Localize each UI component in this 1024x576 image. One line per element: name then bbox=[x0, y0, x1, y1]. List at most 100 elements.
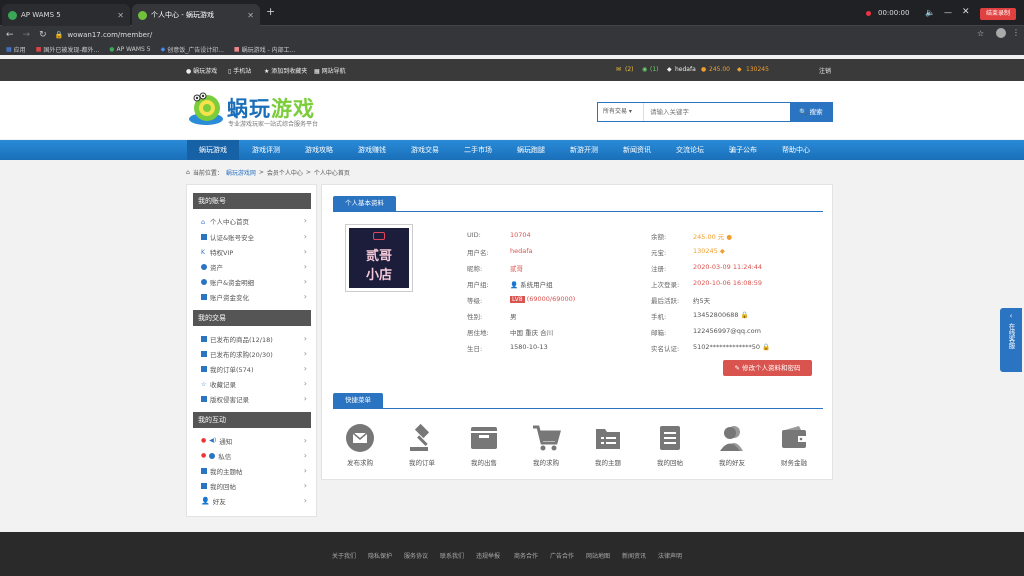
nav-item[interactable]: 游戏攻略 bbox=[293, 140, 345, 160]
sidebar-item[interactable]: 账户&资金明细 › bbox=[201, 275, 307, 288]
breadcrumb-link[interactable]: 蜗玩游戏网 bbox=[226, 168, 256, 177]
minimize-icon[interactable]: — bbox=[944, 8, 952, 17]
nav-item[interactable]: 帮助中心 bbox=[770, 140, 822, 160]
nav-item[interactable]: 游戏交易 bbox=[399, 140, 451, 160]
footer-link[interactable]: 关于我们 bbox=[332, 551, 356, 560]
footer-link[interactable]: 服务协议 bbox=[404, 551, 428, 560]
footer-link[interactable]: 新闻资讯 bbox=[622, 551, 646, 560]
reload-icon[interactable]: ↻ bbox=[39, 30, 47, 40]
quick-item-my-topics[interactable]: 我的主题 bbox=[588, 423, 628, 467]
footer-link[interactable]: 广告合作 bbox=[550, 551, 574, 560]
chevron-left-icon: ‹ bbox=[1009, 312, 1013, 320]
sidebar-item-label: 好友 bbox=[212, 497, 226, 506]
quick-item-my-orders[interactable]: 我的订单 bbox=[402, 423, 442, 467]
logout-link[interactable]: 注销 bbox=[819, 66, 831, 75]
bookmark-apps[interactable]: ▦ 应用 bbox=[6, 45, 26, 54]
logo-text-b: 游戏 bbox=[271, 97, 315, 121]
quick-item-my-requests[interactable]: 我的求购 bbox=[526, 423, 566, 467]
sidebar-item[interactable]: 我的主题帖 › bbox=[201, 464, 307, 477]
nav-item[interactable]: 二手市场 bbox=[452, 140, 504, 160]
search-button[interactable]: 🔍 搜索 bbox=[790, 103, 832, 121]
topbar-link[interactable]: ● 蜗玩游戏 bbox=[186, 66, 217, 75]
bookmark-star-icon[interactable]: ☆ bbox=[977, 29, 984, 38]
menu-dots-icon[interactable]: ⋮ bbox=[1012, 28, 1020, 37]
lock-icon[interactable]: 🔒 bbox=[55, 31, 64, 39]
new-tab-button[interactable]: + bbox=[266, 5, 275, 18]
profile-avatar-icon[interactable] bbox=[996, 28, 1006, 38]
nav-item[interactable]: 蜗玩跑腿 bbox=[505, 140, 557, 160]
sidebar-item[interactable]: 已发布的商品(12/18) › bbox=[201, 332, 307, 345]
notify-icon[interactable]: ◉ bbox=[642, 66, 647, 73]
bookmark-item[interactable]: ■ 蜗玩游戏 - 内部工... bbox=[234, 45, 295, 54]
close-window-icon[interactable]: ✕ bbox=[962, 7, 970, 17]
close-tab-icon[interactable]: ✕ bbox=[247, 11, 254, 20]
nav-item[interactable]: 交流论坛 bbox=[664, 140, 716, 160]
topbar-username[interactable]: hedafa bbox=[675, 66, 696, 73]
quick-item-finance[interactable]: 财务金融 bbox=[774, 423, 814, 467]
document-icon bbox=[655, 423, 685, 453]
footer-link[interactable]: 网站地图 bbox=[586, 551, 610, 560]
stop-recording-button[interactable]: 结束录制 bbox=[980, 8, 1016, 20]
url-field[interactable]: wowan17.com/member/ bbox=[67, 31, 152, 39]
nav-item[interactable]: 蜗玩游戏 bbox=[187, 140, 239, 160]
topbar-link[interactable]: ▦ 网站导航 bbox=[314, 66, 346, 75]
sidebar-item[interactable]: 资产 › bbox=[201, 260, 307, 273]
back-icon[interactable]: ← bbox=[6, 30, 14, 40]
sidebar-item[interactable]: 认证&账号安全 › bbox=[201, 230, 307, 243]
close-tab-icon[interactable]: ✕ bbox=[117, 11, 124, 20]
footer-link[interactable]: 法律声明 bbox=[658, 551, 682, 560]
sidebar-item[interactable]: ⌂ 个人中心首页 › bbox=[201, 214, 307, 227]
message-count[interactable]: (2) bbox=[625, 66, 634, 73]
nav-item[interactable]: 游戏赚钱 bbox=[346, 140, 398, 160]
footer-link[interactable]: 商务合作 bbox=[514, 551, 538, 560]
quick-item-my-sales[interactable]: 我的出售 bbox=[464, 423, 504, 467]
edit-profile-button[interactable]: ✎ 修改个人资料和密码 bbox=[723, 360, 812, 376]
chevron-right-icon: › bbox=[303, 436, 307, 445]
sidebar-item[interactable]: ● 私信 › bbox=[201, 449, 307, 462]
tab-member-center[interactable]: 个人中心 - 蜗玩游戏 ✕ bbox=[132, 4, 260, 26]
sidebar-item[interactable]: ☆ 收藏记录 › bbox=[201, 377, 307, 390]
site-favicon-icon bbox=[138, 10, 147, 20]
sidebar-item[interactable]: 我的订单(574) › bbox=[201, 362, 307, 375]
topbar-link[interactable]: ★ 添加到收藏夹 bbox=[264, 66, 307, 75]
nav-item[interactable]: 骗子公布 bbox=[717, 140, 769, 160]
bookmark-item[interactable]: ■ 国外已被发现-都外... bbox=[36, 45, 100, 54]
ingot-amount: 130245 bbox=[693, 247, 718, 255]
sidebar-item[interactable]: 已发布的求购(20/30) › bbox=[201, 347, 307, 360]
nav-item[interactable]: 游戏评测 bbox=[240, 140, 292, 160]
quick-item-post-request[interactable]: 发布求购 bbox=[340, 423, 380, 467]
quick-item-my-replies[interactable]: 我的回帖 bbox=[650, 423, 690, 467]
bookmark-item[interactable]: ● AP WAMS 5 bbox=[109, 46, 150, 53]
logo-snail-icon[interactable] bbox=[188, 92, 224, 126]
sidebar-item[interactable]: 我的回帖 › bbox=[201, 479, 307, 492]
sidebar-item-label: 特权VIP bbox=[210, 248, 234, 257]
footer-link[interactable]: 联系我们 bbox=[440, 551, 464, 560]
sidebar-item[interactable]: 账户资金变化 › bbox=[201, 290, 307, 303]
avatar[interactable]: 贰哥 小店 bbox=[345, 224, 413, 292]
sidebar-item[interactable]: ● ◀) 通知 › bbox=[201, 434, 307, 447]
envelope-icon bbox=[345, 423, 375, 453]
topbar-link[interactable]: ▯ 手机站 bbox=[228, 66, 251, 75]
nav-item[interactable]: 新游开测 bbox=[558, 140, 610, 160]
quick-item-my-friends[interactable]: 我的好友 bbox=[712, 423, 752, 467]
breadcrumb-link[interactable]: 会员个人中心 bbox=[267, 168, 303, 177]
chevron-right-icon: › bbox=[303, 262, 307, 271]
footer-link[interactable]: 违规举报 bbox=[476, 551, 500, 560]
forward-icon[interactable]: → bbox=[23, 30, 31, 40]
profile-section-tab: 个人基本资料 bbox=[333, 196, 396, 211]
sidebar-item[interactable]: 👤 好友 › bbox=[201, 494, 307, 507]
sidebar-item[interactable]: 版权侵害记录 › bbox=[201, 392, 307, 405]
nav-item[interactable]: 新闻资讯 bbox=[611, 140, 663, 160]
search-category-select[interactable]: 所有交易 ▾ bbox=[598, 103, 644, 121]
search-input[interactable] bbox=[644, 103, 790, 121]
notify-count[interactable]: (1) bbox=[650, 66, 659, 73]
volume-icon[interactable]: 🔈 bbox=[925, 8, 935, 17]
site-header: 蜗玩游戏 专业游戏玩家一站式综合服务平台 所有交易 ▾ 🔍 搜索 bbox=[0, 81, 1024, 139]
sidebar-item[interactable]: K 特权VIP › bbox=[201, 245, 307, 258]
footer-link[interactable]: 隐私保护 bbox=[368, 551, 392, 560]
online-service-tab[interactable]: ‹ 在线客服 bbox=[1000, 308, 1022, 372]
bookmark-item[interactable]: ◆ 创意饭_广告设计印... bbox=[161, 45, 224, 54]
tab-ap-wams[interactable]: AP WAMS 5 ✕ bbox=[2, 4, 130, 26]
message-icon[interactable]: ✉ bbox=[616, 66, 621, 73]
search-category-label: 所有交易 bbox=[603, 108, 628, 115]
